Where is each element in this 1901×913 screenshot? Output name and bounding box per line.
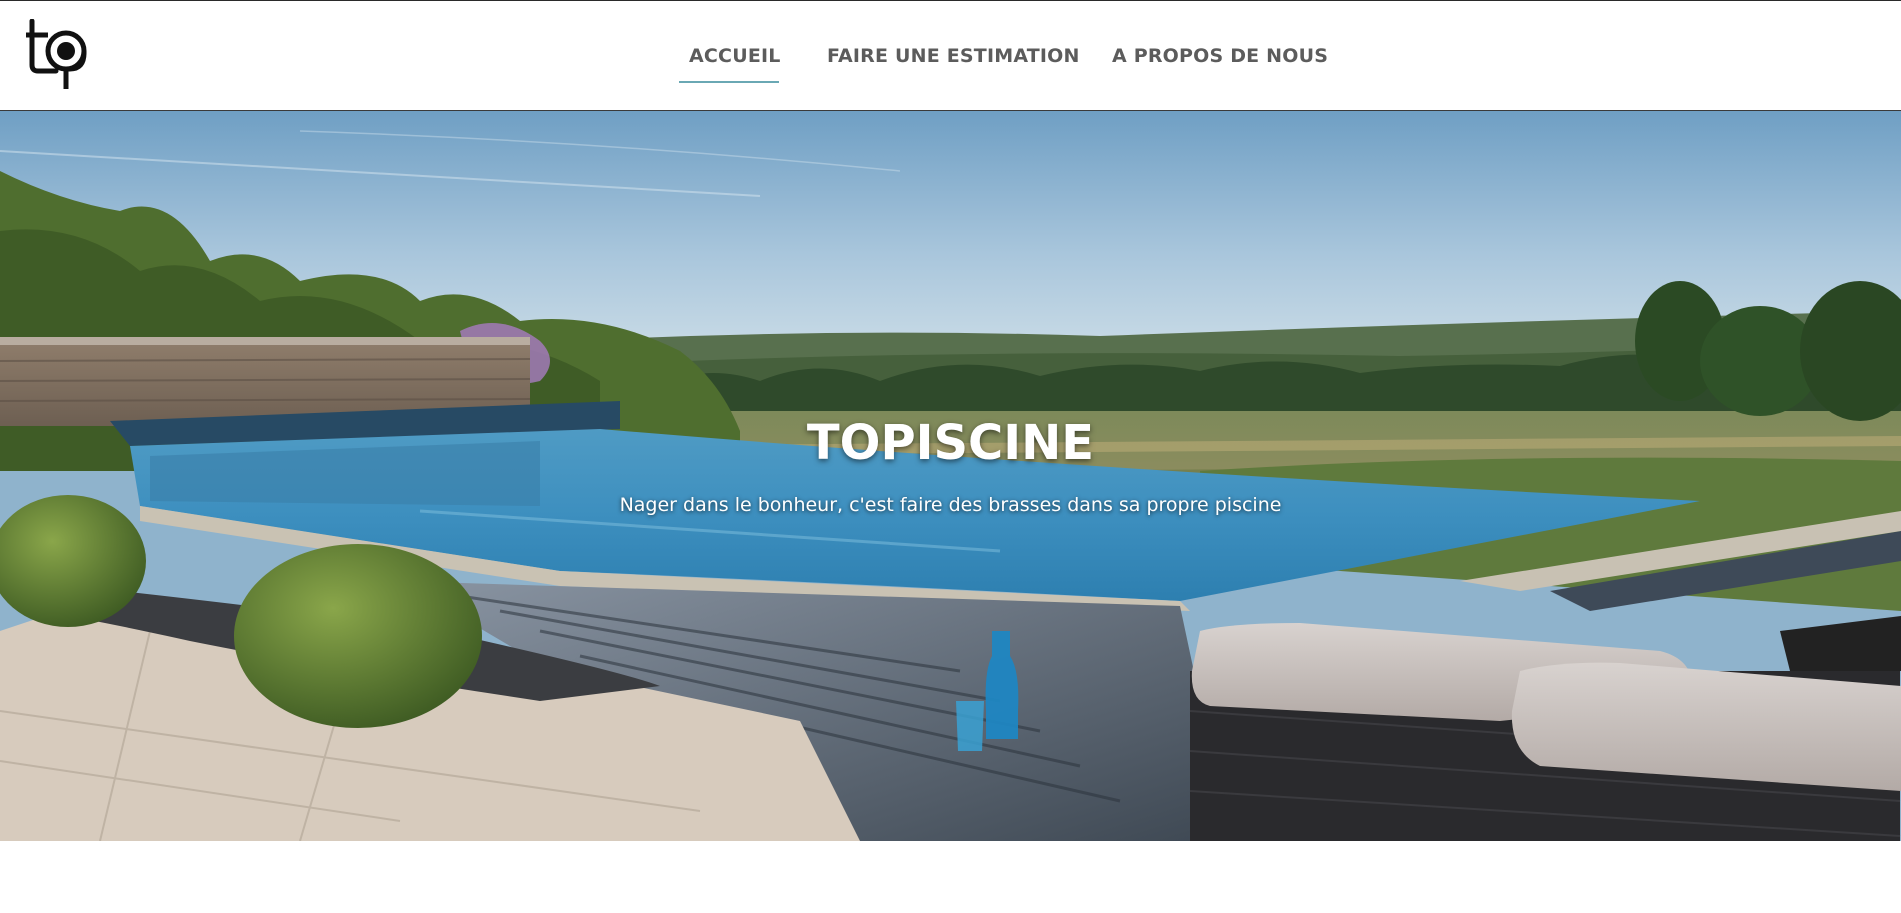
nav-item-a-propos-de-nous[interactable]: A PROPOS DE NOUS xyxy=(1112,45,1328,67)
hero-banner: TOPISCINE Nager dans le bonheur, c'est f… xyxy=(0,111,1901,841)
nav-active-indicator xyxy=(679,81,779,83)
nav-item-faire-une-estimation[interactable]: FAIRE UNE ESTIMATION xyxy=(827,45,1080,67)
hero-title: TOPISCINE xyxy=(806,415,1095,471)
hero-subtitle: Nager dans le bonheur, c'est faire des b… xyxy=(619,494,1282,516)
page: ACCUEIL FAIRE UNE ESTIMATION A PROPOS DE… xyxy=(0,0,1901,913)
hero-pool-photo xyxy=(0,111,1901,841)
nav-item-accueil[interactable]: ACCUEIL xyxy=(689,45,781,67)
site-header: ACCUEIL FAIRE UNE ESTIMATION A PROPOS DE… xyxy=(0,1,1901,111)
main-navigation: ACCUEIL FAIRE UNE ESTIMATION A PROPOS DE… xyxy=(0,1,1901,110)
